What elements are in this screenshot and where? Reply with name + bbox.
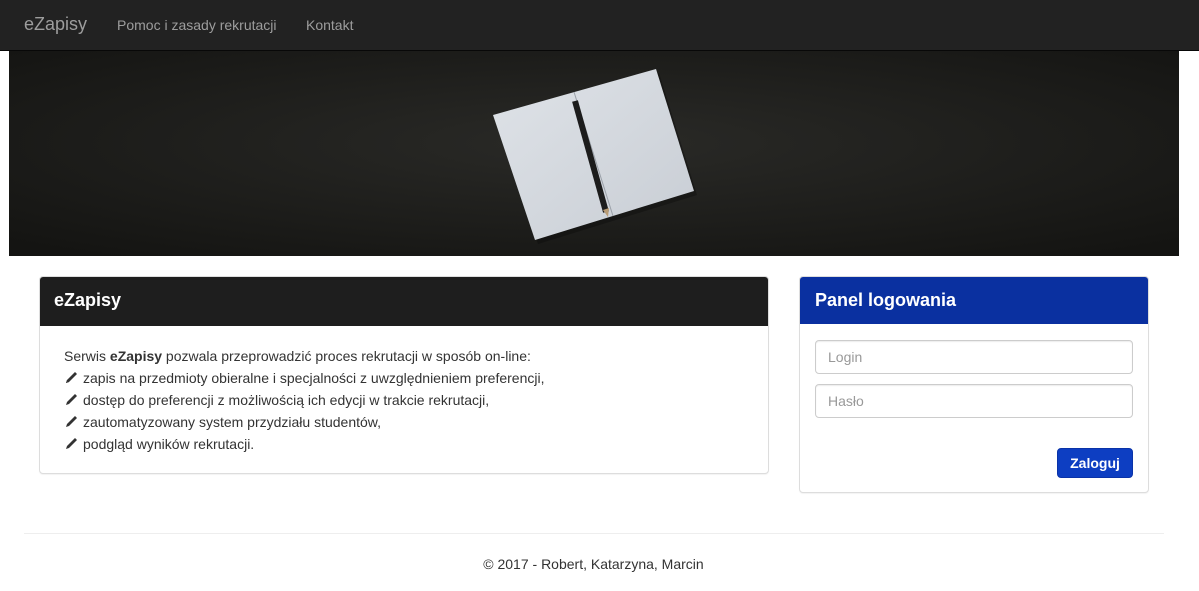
nav-link-contact[interactable]: Kontakt	[306, 17, 353, 33]
feature-item: zapis na przedmioty obieralne i specjaln…	[64, 367, 544, 389]
pencil-icon	[66, 394, 77, 405]
intro-text: Serwis eZapisy pozwala przeprowadzić pro…	[64, 348, 531, 364]
brand-link[interactable]: eZapisy	[24, 14, 87, 35]
login-panel: Panel logowania Zaloguj	[799, 276, 1149, 493]
feature-item: podgląd wyników rekrutacji.	[64, 433, 544, 455]
pencil-icon	[66, 416, 77, 427]
login-button[interactable]: Zaloguj	[1057, 448, 1133, 478]
hero-banner-image	[9, 51, 1179, 256]
nav-link-help[interactable]: Pomoc i zasady rekrutacji	[117, 17, 277, 33]
info-panel: eZapisy Serwis eZapisy pozwala przeprowa…	[39, 276, 769, 474]
feature-item: zautomatyzowany system przydziału studen…	[64, 411, 544, 433]
info-panel-title: eZapisy	[40, 277, 768, 326]
password-input[interactable]	[815, 384, 1133, 418]
feature-item: dostęp do preferencji z możliwością ich …	[64, 389, 544, 411]
info-panel-body: Serwis eZapisy pozwala przeprowadzić pro…	[64, 345, 544, 455]
login-input[interactable]	[815, 340, 1133, 374]
footer-copyright: © 2017 - Robert, Katarzyna, Marcin	[483, 556, 704, 572]
top-navbar: eZapisy Pomoc i zasady rekrutacji Kontak…	[0, 0, 1199, 51]
pencil-icon	[66, 372, 77, 383]
footer-divider	[24, 533, 1164, 534]
login-panel-title: Panel logowania	[800, 277, 1148, 324]
pencil-icon	[66, 438, 77, 449]
